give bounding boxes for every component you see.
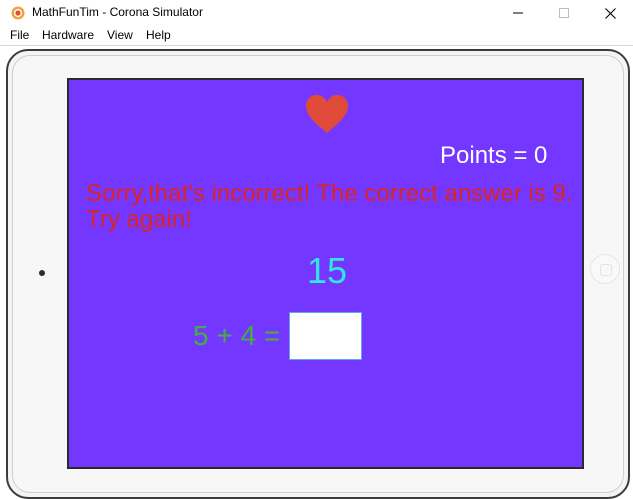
window-title: MathFunTim - Corona Simulator [32,5,203,19]
maximize-icon [559,8,569,18]
minimize-icon [513,12,523,14]
heart-icon [304,94,350,134]
menu-hardware[interactable]: Hardware [42,28,94,42]
answer-input[interactable] [289,312,362,360]
home-button-icon [600,264,612,276]
countdown-timer: 15 [306,250,348,291]
menu-bar: File Hardware View Help [0,26,633,46]
simulator-window: MathFunTim - Corona Simulator File Hardw… [0,0,633,499]
camera-dot [39,270,45,276]
close-button[interactable] [587,0,633,26]
menu-help[interactable]: Help [146,28,171,42]
title-bar: MathFunTim - Corona Simulator [0,0,633,26]
points-score: Points = 0 [440,142,548,169]
menu-file[interactable]: File [10,28,29,42]
menu-view[interactable]: View [107,28,133,42]
game-screen: Points = 0 Sorry,that's incorrect! The c… [67,78,584,469]
feedback-message: Sorry,that's incorrect! The correct answ… [86,180,573,233]
corona-app-icon [11,6,25,20]
close-icon [604,7,616,19]
maximize-button[interactable] [541,0,587,26]
minimize-button[interactable] [495,0,541,26]
home-button[interactable] [590,254,620,284]
tablet-frame: Points = 0 Sorry,that's incorrect! The c… [6,49,630,499]
math-question: 5 + 4 = [193,320,281,351]
device-area: Points = 0 Sorry,that's incorrect! The c… [0,46,633,499]
